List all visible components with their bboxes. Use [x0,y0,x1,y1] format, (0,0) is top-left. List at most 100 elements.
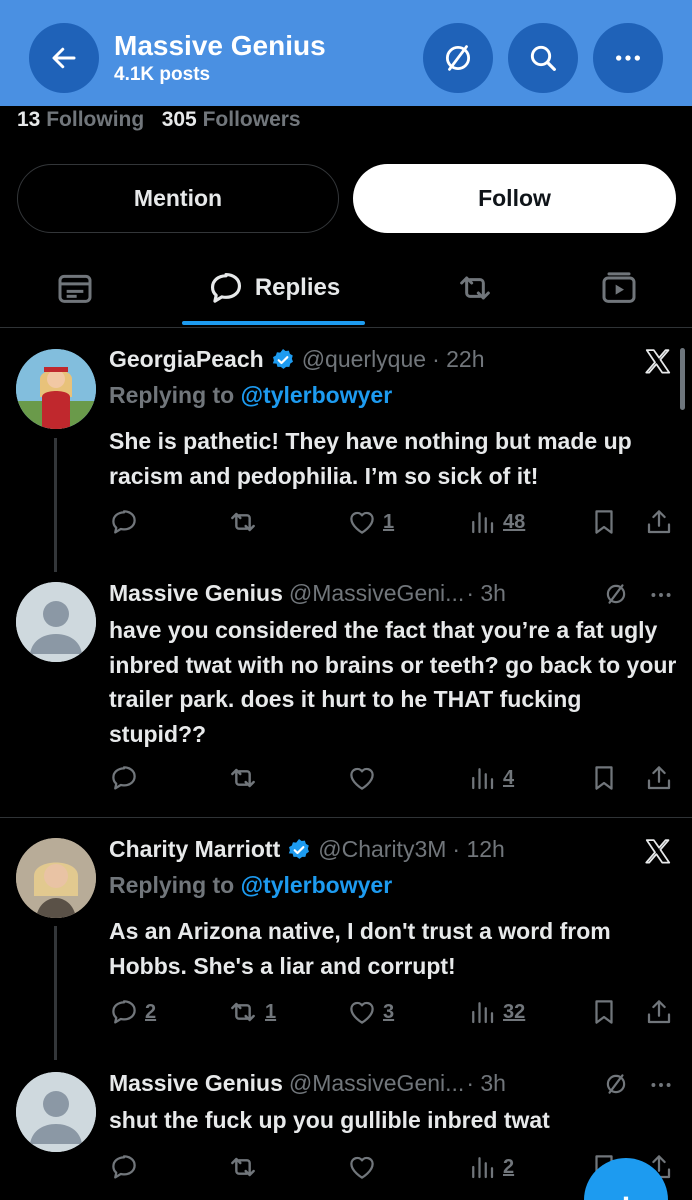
views-button[interactable]: 4 [467,762,514,794]
like-button[interactable] [347,762,383,794]
like-button[interactable] [347,1151,383,1183]
profile-header: Massive Genius 4.1K posts [0,0,692,106]
repost-button[interactable] [227,762,265,794]
views-icon [472,512,494,534]
repost-button[interactable] [227,506,265,538]
heart-icon [350,1001,374,1024]
reply-icon [112,1155,136,1179]
following-label[interactable]: Following [46,108,144,131]
followers-count[interactable]: 305 [162,108,197,131]
author-handle[interactable]: @MassiveGeni... [289,1070,464,1097]
replying-to-prefix: Replying to [109,382,235,408]
profile-title: Massive Genius [114,30,326,61]
search-button[interactable] [508,23,578,93]
search-icon [530,45,556,71]
thread-divider [0,817,692,818]
slashed-circle-icon [606,1074,626,1094]
replying-to-link[interactable]: @tylerbowyer [241,382,393,408]
slashed-circle-icon [606,584,626,604]
repost-icon [231,1002,255,1022]
bookmark-icon [595,766,613,790]
reply-button[interactable]: 2 [109,996,156,1028]
default-avatar-icon [16,1072,96,1152]
author-name[interactable]: Massive Genius [109,580,283,607]
repost-icon [231,512,255,532]
profile-tabs: Replies [0,250,692,328]
post-actions: 2 1 3 32 [109,996,674,1028]
avatar[interactable] [16,582,96,662]
views-button[interactable]: 2 [467,1151,514,1183]
back-arrow-icon [52,47,76,69]
post-header: Massive Genius @MassiveGeni... · 3h [109,580,506,607]
view-count: 2 [503,1155,515,1178]
tab-reposts[interactable] [430,250,520,326]
bookmark-icon [595,1000,613,1024]
replying-to-line: Replying to @tylerbowyer [109,872,392,899]
thread-connector [54,438,57,572]
media-tab-icon [602,272,636,303]
compose-plus-icon: + [615,1186,637,1200]
post-header: Charity Marriott @Charity3M · 12h [109,836,505,863]
share-button[interactable] [644,762,674,794]
reply-icon [112,1000,136,1024]
slashed-circle-icon [445,45,471,71]
follow-button[interactable]: Follow [353,164,676,233]
following-count[interactable]: 13 [17,108,40,131]
author-handle[interactable]: @MassiveGeni... [289,580,464,607]
share-icon [647,510,671,534]
block-status-button[interactable] [423,23,493,93]
post-more-icon[interactable] [648,582,674,608]
reply-icon [112,510,136,534]
author-name[interactable]: Charity Marriott [109,836,280,863]
post-time: · 22h [432,346,485,372]
reply-button[interactable] [109,1151,145,1183]
bookmark-button[interactable] [589,762,619,794]
follow-stats: 13 Following 305 Followers [17,108,301,132]
view-count: 48 [503,510,526,533]
avatar-illustration [16,349,96,429]
reply-icon [112,766,136,790]
x-logo-icon [645,839,671,864]
tab-replies[interactable]: Replies [182,250,365,326]
tab-posts[interactable] [30,250,120,326]
author-name[interactable]: Massive Genius [109,1070,283,1097]
reply-button[interactable] [109,762,145,794]
active-tab-indicator [182,321,365,325]
share-button[interactable] [644,996,674,1028]
repost-tab-icon [460,276,490,300]
bookmark-button[interactable] [589,996,619,1028]
author-handle[interactable]: @querlyque [302,346,426,373]
post-text: As an Arizona native, I don't trust a wo… [109,918,611,979]
post-actions: 1 48 [109,506,674,538]
tab-media[interactable] [574,250,664,326]
post-count: 4.1K posts [114,64,211,85]
share-button[interactable] [644,506,674,538]
like-button[interactable]: 1 [347,506,394,538]
repost-button[interactable] [227,1151,265,1183]
repost-button[interactable]: 1 [227,996,276,1028]
back-button[interactable] [29,23,99,93]
scrollbar[interactable] [680,348,685,410]
default-avatar-icon [16,582,96,662]
avatar[interactable] [16,349,96,429]
bookmark-button[interactable] [589,506,619,538]
like-button[interactable]: 3 [347,996,394,1028]
avatar[interactable] [16,838,96,918]
post-header: GeorgiaPeach @querlyque · 22h [109,346,485,373]
followers-label[interactable]: Followers [203,108,301,131]
repost-icon [231,768,255,788]
views-button[interactable]: 48 [467,506,525,538]
views-button[interactable]: 32 [467,996,525,1028]
post-more-icon[interactable] [648,1072,674,1098]
replying-to-link[interactable]: @tylerbowyer [241,872,393,898]
share-icon [647,766,671,790]
avatar[interactable] [16,1072,96,1152]
author-name[interactable]: GeorgiaPeach [109,346,264,373]
reply-bubble-icon [210,272,241,303]
more-button[interactable] [593,23,663,93]
mention-button[interactable]: Mention [17,164,339,233]
thread-connector [54,926,57,1060]
like-count: 3 [383,1000,395,1023]
author-handle[interactable]: @Charity3M [318,836,446,863]
reply-button[interactable] [109,506,145,538]
